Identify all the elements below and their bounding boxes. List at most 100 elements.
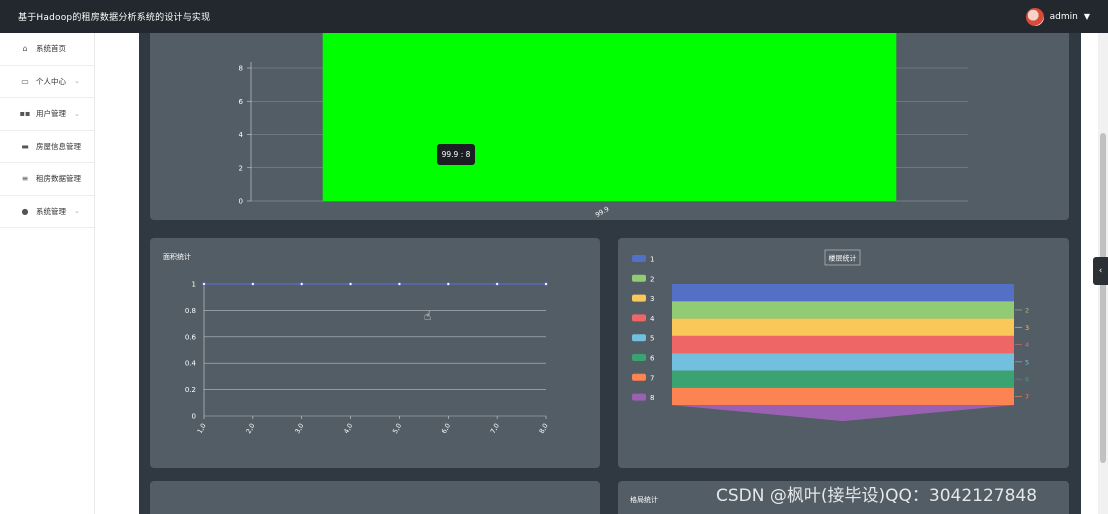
legend-swatch xyxy=(632,314,646,322)
sidebar-item-personal[interactable]: ▭ 个人中心 ⌄ xyxy=(0,66,94,98)
sidebar-item-rental-data[interactable]: ≡ 租房数据管理 xyxy=(0,163,94,196)
sidebar-item-label: 系统首页 xyxy=(36,44,66,54)
data-point xyxy=(251,282,255,286)
funnel-band xyxy=(672,370,1014,388)
calendar-icon: ▭ xyxy=(21,76,29,86)
sidebar-item-label: 租房数据管理 xyxy=(36,174,81,184)
cursor-icon: ☝ xyxy=(424,309,431,323)
caret-down-icon[interactable]: ▼ xyxy=(1084,12,1090,21)
sidebar-item-label: 用户管理 xyxy=(36,109,66,119)
chart-card xyxy=(150,481,600,514)
grid-icon: ▪▪ xyxy=(19,109,31,119)
data-point xyxy=(348,282,353,286)
y-tick-label: 8 xyxy=(239,65,243,73)
funnel-band xyxy=(672,335,1014,354)
sidebar-item-label: 系统管理 xyxy=(36,206,66,216)
x-tick-label: 5,0 xyxy=(391,422,403,435)
funnel-chart: 1 2 3 4 5 6 7 8 楼层统计 2 3 4 5 6 7 xyxy=(632,249,1029,422)
tooltip-text: 99.9 : 8 xyxy=(442,150,471,159)
funnel-label: 2 xyxy=(1025,306,1029,314)
legend-swatch xyxy=(632,255,646,262)
username[interactable]: admin xyxy=(1050,12,1078,22)
data-point xyxy=(446,282,450,286)
top-bar: 基于Hadoop的租房数据分析系统的设计与实现 admin ▼ xyxy=(0,0,1108,33)
app-title: 基于Hadoop的租房数据分析系统的设计与实现 xyxy=(18,13,211,23)
chevron-down-icon: ⌄ xyxy=(74,207,80,216)
watermark: CSDN @枫叶(接毕设)QQ：3042127848 xyxy=(716,486,1038,506)
x-tick-label: 2,0 xyxy=(244,422,256,435)
funnel-label: 6 xyxy=(1025,376,1029,384)
sidebar-item-system[interactable]: ● 系统管理 ⌄ xyxy=(0,196,94,228)
x-tick-label: 7,0 xyxy=(489,422,501,435)
legend-label: 4 xyxy=(650,315,655,323)
y-tick-label: 1 xyxy=(192,281,196,289)
funnel-band xyxy=(672,387,1014,406)
home-icon: ⌂ xyxy=(22,44,28,54)
legend-label: 1 xyxy=(650,256,654,264)
funnel-band xyxy=(672,353,1014,371)
y-tick-label: 4 xyxy=(239,131,244,139)
legend-label: 8 xyxy=(650,394,654,402)
line-chart: 0 0.2 0.4 0.6 0.8 1 1,0 2,0 3,0 4,0 5,0 6,0 7,0 8,0 ☝ xyxy=(185,281,550,435)
sidebar-item-label: 房屋信息管理 xyxy=(36,141,81,151)
data-point xyxy=(202,282,206,286)
legend-swatch xyxy=(632,294,646,302)
y-tick-label: 0.2 xyxy=(185,386,196,394)
x-tick-label: 6,0 xyxy=(440,422,452,435)
sliders-icon: ≡ xyxy=(21,174,29,184)
legend-label: 2 xyxy=(650,275,654,283)
pin-icon: ● xyxy=(21,206,29,216)
legend-swatch xyxy=(632,354,646,361)
sidebar: ⌂ 系统首页 ▭ 个人中心 ⌄ ▪▪ 用户管理 ⌄ ▬ 房屋信息管理 ≡ 租房数… xyxy=(0,33,95,514)
user-menu[interactable]: admin ▼ xyxy=(1025,7,1090,26)
data-point xyxy=(495,282,499,286)
legend-label: 6 xyxy=(650,355,655,363)
y-tick-label: 0 xyxy=(239,198,243,206)
x-tick-label: 99.9 xyxy=(594,205,611,219)
line-chart-card: 面积统计 0 0.2 0.4 0.6 0.8 1 1,0 2,0 3,0 4,0 5,0 6,0 7,0… xyxy=(150,238,600,468)
funnel-band xyxy=(672,301,1014,319)
funnel-title: 楼层统计 xyxy=(829,254,857,263)
chevron-down-icon: ⌄ xyxy=(74,109,80,118)
funnel-band xyxy=(672,405,1014,422)
sidebar-item-house-info[interactable]: ▬ 房屋信息管理 xyxy=(0,131,94,163)
bar xyxy=(322,33,897,201)
line-chart-title: 面积统计 xyxy=(163,253,191,261)
y-tick-label: 0.4 xyxy=(185,360,197,368)
funnel-band xyxy=(672,284,1014,302)
dashboard-content: 0 2 4 6 8 99.9 99.9 : 8 面积统计 0 0.2 0.4 0.6 0.8 1 1,0… xyxy=(139,33,1081,514)
legend-label: 7 xyxy=(650,374,654,382)
legend-label: 3 xyxy=(650,295,654,303)
funnel-label: 4 xyxy=(1025,341,1029,349)
y-tick-label: 0.6 xyxy=(185,333,197,341)
sidebar-item-users[interactable]: ▪▪ 用户管理 ⌄ xyxy=(0,98,94,131)
x-tick-label: 1,0 xyxy=(196,422,208,435)
avatar[interactable] xyxy=(1025,7,1044,26)
legend-swatch xyxy=(632,274,646,282)
funnel-label: 7 xyxy=(1025,393,1029,401)
chevron-left-icon: ‹ xyxy=(1098,266,1103,276)
y-tick-label: 6 xyxy=(239,98,244,106)
legend-swatch xyxy=(632,373,646,381)
legend-label: 5 xyxy=(650,335,654,343)
x-tick-label: 3,0 xyxy=(293,422,305,435)
y-tick-label: 2 xyxy=(239,164,243,172)
funnel-band xyxy=(672,318,1014,336)
scrollbar-thumb[interactable] xyxy=(1100,133,1106,463)
x-tick-label: 4,0 xyxy=(342,422,354,435)
layout-chart-title: 格局统计 xyxy=(630,496,658,504)
monitor-icon: ▬ xyxy=(21,141,29,151)
chevron-down-icon: ⌄ xyxy=(74,77,80,86)
y-tick-label: 0 xyxy=(192,413,196,421)
legend-swatch xyxy=(632,393,646,401)
bar-chart: 0 2 4 6 8 99.9 99.9 : 8 xyxy=(239,33,968,219)
funnel-chart-card: 1 2 3 4 5 6 7 8 楼层统计 2 3 4 5 6 7 xyxy=(618,238,1069,468)
sidebar-item-label: 个人中心 xyxy=(36,76,66,86)
funnel-label: 3 xyxy=(1025,324,1029,332)
x-tick-label: 8,0 xyxy=(538,422,550,435)
sidebar-item-home[interactable]: ⌂ 系统首页 xyxy=(0,33,94,66)
funnel-label: 5 xyxy=(1025,358,1029,366)
collapse-panel-button[interactable]: ‹ xyxy=(1093,257,1108,285)
y-tick-label: 0.8 xyxy=(185,307,196,315)
data-point xyxy=(544,282,548,286)
